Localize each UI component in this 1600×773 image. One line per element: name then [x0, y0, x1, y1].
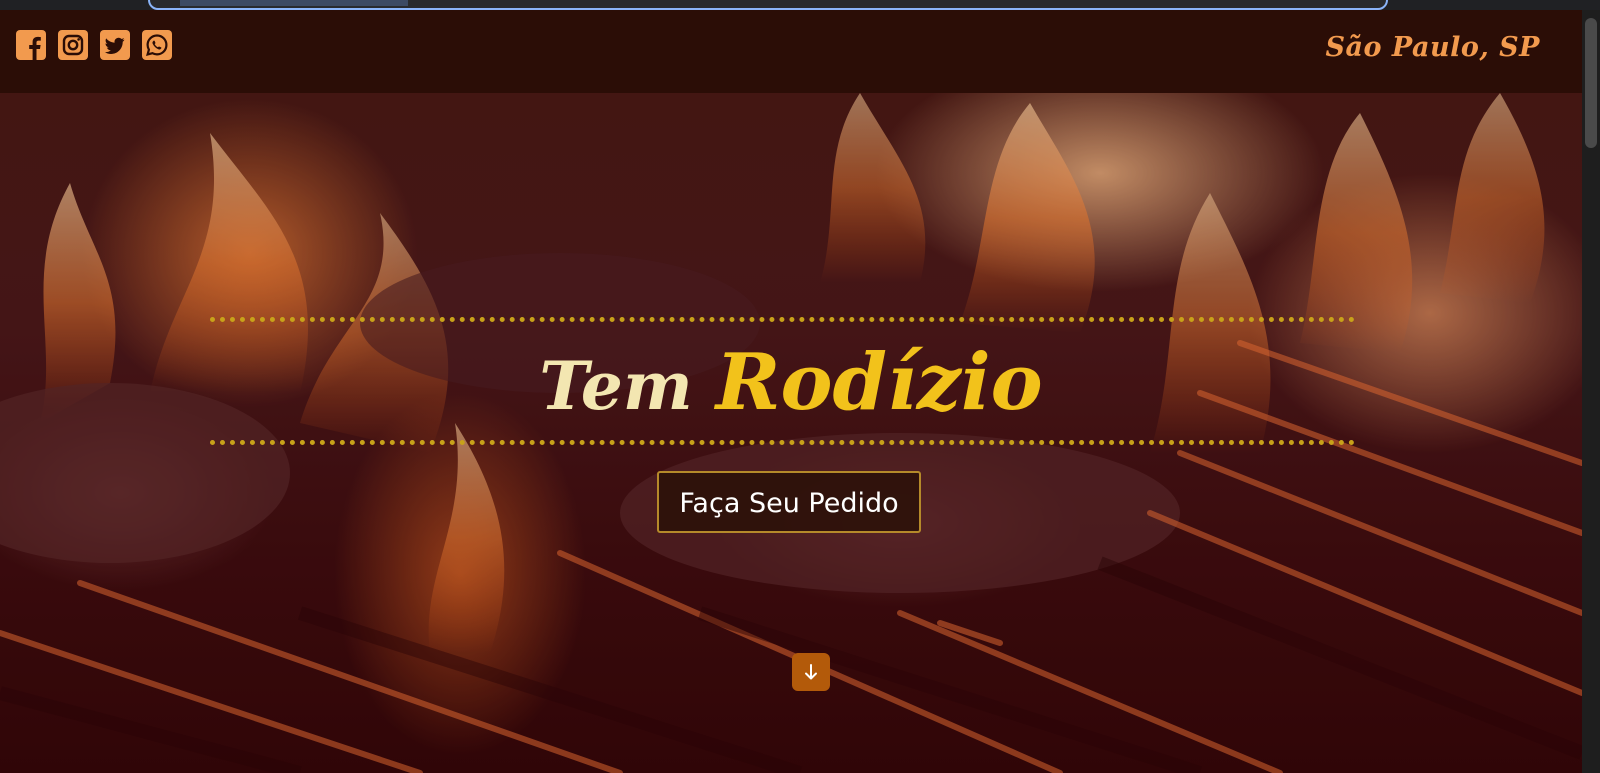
hero-title: Tem Rodízio [0, 343, 1582, 426]
website-page: São Paulo, SP Tem Rodízio Faça Seu Pedid… [0, 10, 1582, 773]
address-selection [180, 0, 408, 6]
arrow-down-icon [805, 664, 817, 680]
scroll-down-button[interactable] [792, 653, 830, 691]
whatsapp-icon[interactable] [142, 30, 172, 60]
scrollbar-thumb[interactable] [1585, 18, 1597, 148]
twitter-icon[interactable] [100, 30, 130, 60]
hero-banner: Tem Rodízio Faça Seu Pedido [0, 93, 1582, 773]
facebook-icon[interactable] [16, 30, 46, 60]
instagram-icon[interactable] [58, 30, 88, 60]
site-header: São Paulo, SP [0, 10, 1582, 93]
hero-title-word1: Tem [539, 347, 693, 425]
page-scrollbar[interactable] [1582, 10, 1600, 773]
hero-overlay [0, 93, 1582, 773]
social-links [16, 30, 172, 60]
dotted-divider-top [210, 317, 1355, 322]
browser-chrome [0, 0, 1600, 10]
address-bar[interactable] [148, 0, 1388, 10]
dotted-divider-bottom [210, 440, 1355, 445]
hero-title-word2: Rodízio [715, 337, 1043, 428]
city-label: São Paulo, SP [1325, 32, 1540, 63]
order-button[interactable]: Faça Seu Pedido [657, 471, 921, 533]
